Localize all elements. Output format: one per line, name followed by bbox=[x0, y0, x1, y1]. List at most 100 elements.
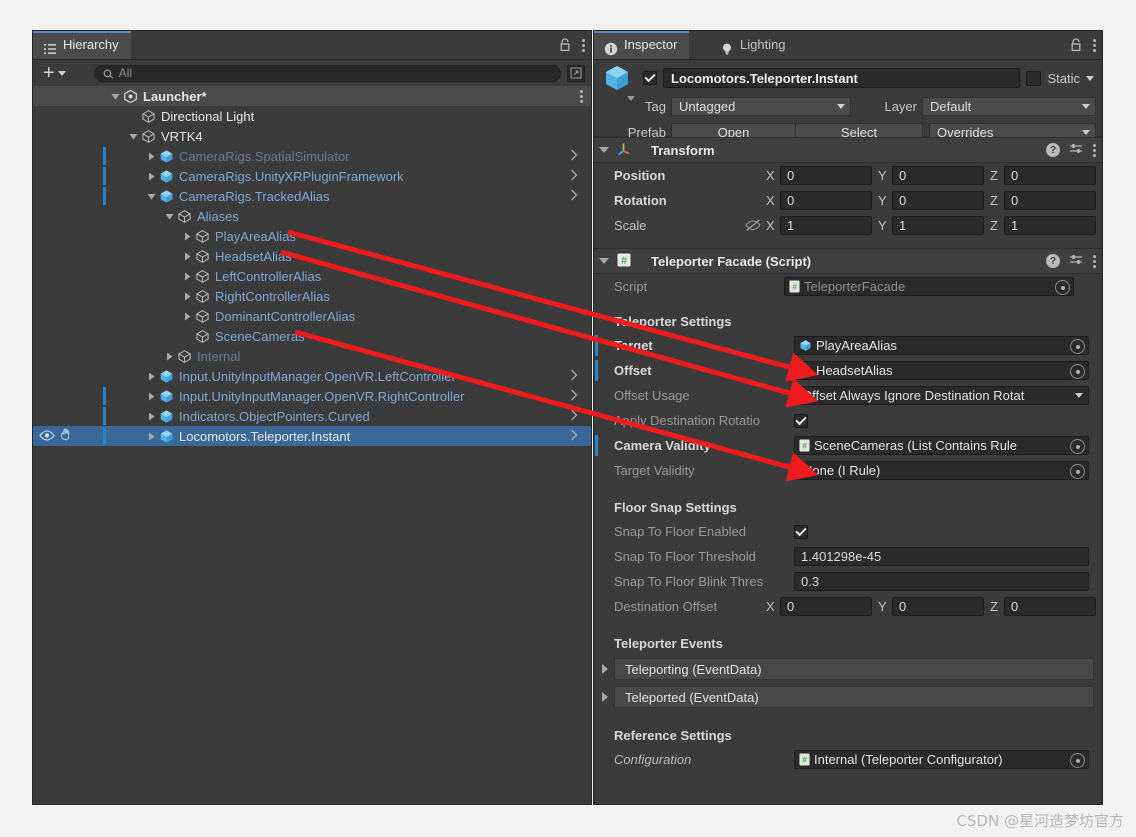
foldout-arrow-closed[interactable] bbox=[181, 230, 193, 242]
transform-position-y-field[interactable]: 0 bbox=[892, 166, 984, 185]
hierarchy-row[interactable]: DominantControllerAlias bbox=[33, 306, 591, 326]
object-field[interactable]: # SceneCameras (List Contains Rule bbox=[794, 436, 1089, 455]
teleporter-facade-component-header[interactable]: # Teleporter Facade (Script) ? bbox=[594, 248, 1102, 274]
preset-icon[interactable] bbox=[1069, 142, 1083, 159]
help-icon[interactable]: ? bbox=[1046, 254, 1060, 268]
foldout-arrow-open[interactable] bbox=[127, 130, 139, 142]
object-field[interactable]: # Internal (Teleporter Configurator) bbox=[794, 750, 1089, 769]
foldout-arrow-closed[interactable] bbox=[145, 430, 157, 442]
foldout-arrow-closed[interactable] bbox=[602, 664, 608, 674]
vector3-z-field[interactable]: 0 bbox=[1004, 597, 1096, 616]
property-checkbox[interactable] bbox=[794, 413, 808, 428]
prefab-open-chevron-icon[interactable] bbox=[569, 169, 581, 183]
prefab-open-chevron-icon[interactable] bbox=[569, 429, 581, 443]
kebab-menu-icon[interactable] bbox=[1092, 142, 1096, 158]
transform-scale-y-field[interactable]: 1 bbox=[892, 216, 984, 235]
transform-scale-x-field[interactable]: 1 bbox=[780, 216, 872, 235]
enum-dropdown[interactable]: Offset Always Ignore Destination Rotat bbox=[794, 386, 1089, 405]
transform-rotation-y-field[interactable]: 0 bbox=[892, 191, 984, 210]
property-checkbox[interactable] bbox=[794, 524, 808, 539]
gameobject-name-field[interactable]: Locomotors.Teleporter.Instant bbox=[663, 68, 1021, 88]
transform-component-header[interactable]: Transform ? bbox=[594, 137, 1102, 163]
hierarchy-row[interactable]: Launcher* bbox=[33, 86, 591, 106]
hierarchy-row[interactable]: SceneCameras bbox=[33, 326, 591, 346]
vector3-y-field[interactable]: 0 bbox=[892, 597, 984, 616]
transform-rotation-z-field[interactable]: 0 bbox=[1004, 191, 1096, 210]
hierarchy-row[interactable]: CameraRigs.TrackedAlias bbox=[33, 186, 591, 206]
tab-hierarchy[interactable]: Hierarchy bbox=[33, 31, 131, 59]
lock-icon[interactable] bbox=[559, 38, 571, 52]
hand-icon[interactable] bbox=[59, 428, 73, 444]
hierarchy-row[interactable]: Input.UnityInputManager.OpenVR.LeftContr… bbox=[33, 366, 591, 386]
vector3-x-field[interactable]: 0 bbox=[780, 597, 872, 616]
transform-position-z-field[interactable]: 0 bbox=[1004, 166, 1096, 185]
hierarchy-row[interactable]: LeftControllerAlias bbox=[33, 266, 591, 286]
object-field[interactable]: HeadsetAlias bbox=[794, 361, 1089, 380]
preset-icon[interactable] bbox=[1069, 253, 1083, 270]
foldout-arrow-closed[interactable] bbox=[163, 350, 175, 362]
gameobject-enabled-checkbox[interactable] bbox=[643, 71, 657, 85]
hierarchy-row[interactable]: CameraRigs.UnityXRPluginFramework bbox=[33, 166, 591, 186]
transform-position-x-field[interactable]: 0 bbox=[780, 166, 872, 185]
object-picker-icon[interactable] bbox=[1070, 364, 1085, 379]
foldout-arrow-closed[interactable] bbox=[181, 310, 193, 322]
lock-icon[interactable] bbox=[1070, 38, 1082, 52]
foldout-arrow-closed[interactable] bbox=[181, 290, 193, 302]
hierarchy-row[interactable]: PlayAreaAlias bbox=[33, 226, 591, 246]
collapse-triangle-icon[interactable] bbox=[599, 147, 609, 153]
tag-dropdown[interactable]: Untagged bbox=[671, 96, 851, 116]
unity-event-box[interactable]: Teleporting (EventData) bbox=[614, 658, 1094, 680]
hierarchy-row[interactable]: Internal bbox=[33, 346, 591, 366]
foldout-arrow-closed[interactable] bbox=[181, 270, 193, 282]
foldout-arrow-closed[interactable] bbox=[145, 170, 157, 182]
object-picker-icon[interactable] bbox=[1070, 439, 1085, 454]
hierarchy-tree[interactable]: Launcher* Directional Light VRTK4 CameraRig… bbox=[33, 86, 591, 804]
static-checkbox[interactable] bbox=[1026, 70, 1042, 86]
object-picker-icon[interactable] bbox=[1070, 753, 1085, 768]
eye-icon[interactable] bbox=[39, 429, 55, 444]
foldout-arrow-open[interactable] bbox=[145, 190, 157, 202]
hierarchy-row[interactable]: RightControllerAlias bbox=[33, 286, 591, 306]
prefab-open-chevron-icon[interactable] bbox=[569, 149, 581, 163]
prefab-open-chevron-icon[interactable] bbox=[569, 189, 581, 203]
prefab-open-chevron-icon[interactable] bbox=[569, 389, 581, 403]
foldout-arrow-closed[interactable] bbox=[181, 250, 193, 262]
transform-scale-z-field[interactable]: 1 bbox=[1004, 216, 1096, 235]
object-field[interactable]: PlayAreaAlias bbox=[794, 336, 1089, 355]
hierarchy-row[interactable]: Indicators.ObjectPointers.Curved bbox=[33, 406, 591, 426]
hierarchy-row[interactable]: Input.UnityInputManager.OpenVR.RightCont… bbox=[33, 386, 591, 406]
kebab-menu-icon[interactable] bbox=[1092, 37, 1096, 53]
hierarchy-row[interactable]: Aliases bbox=[33, 206, 591, 226]
object-picker-icon[interactable] bbox=[1070, 464, 1085, 479]
foldout-arrow-open[interactable] bbox=[109, 90, 121, 102]
object-field[interactable]: None (I Rule) bbox=[794, 461, 1089, 480]
hierarchy-row-selected[interactable]: Locomotors.Teleporter.Instant bbox=[33, 426, 591, 446]
hierarchy-row[interactable]: CameraRigs.SpatialSimulator bbox=[33, 146, 591, 166]
hierarchy-row[interactable]: VRTK4 bbox=[33, 126, 591, 146]
text-field[interactable]: 1.401298e-45 bbox=[794, 547, 1089, 566]
help-icon[interactable]: ? bbox=[1046, 143, 1060, 157]
foldout-arrow-closed[interactable] bbox=[145, 370, 157, 382]
constrain-proportions-off-icon[interactable] bbox=[745, 219, 761, 232]
foldout-arrow-closed[interactable] bbox=[145, 410, 157, 422]
text-field[interactable]: 0.3 bbox=[794, 572, 1089, 591]
prefab-open-chevron-icon[interactable] bbox=[569, 369, 581, 383]
foldout-arrow-open[interactable] bbox=[163, 210, 175, 222]
kebab-menu-icon[interactable] bbox=[581, 37, 585, 53]
visibility-toggles[interactable] bbox=[33, 426, 73, 446]
unity-event-box[interactable]: Teleported (EventData) bbox=[614, 686, 1094, 708]
foldout-arrow-closed[interactable] bbox=[602, 692, 608, 702]
search-input[interactable]: All bbox=[93, 64, 561, 82]
kebab-menu-icon[interactable] bbox=[1092, 253, 1096, 269]
object-picker-icon[interactable] bbox=[1055, 280, 1070, 295]
kebab-menu-icon[interactable] bbox=[579, 88, 583, 104]
script-object-field[interactable]: # TeleporterFacade bbox=[784, 277, 1074, 296]
collapse-triangle-icon[interactable] bbox=[599, 258, 609, 264]
transform-rotation-x-field[interactable]: 0 bbox=[780, 191, 872, 210]
search-filter-button[interactable] bbox=[567, 64, 585, 82]
add-gameobject-button[interactable]: + bbox=[39, 63, 70, 83]
prefab-open-chevron-icon[interactable] bbox=[569, 409, 581, 423]
foldout-arrow-closed[interactable] bbox=[145, 150, 157, 162]
object-picker-icon[interactable] bbox=[1070, 339, 1085, 354]
hierarchy-row[interactable]: HeadsetAlias bbox=[33, 246, 591, 266]
